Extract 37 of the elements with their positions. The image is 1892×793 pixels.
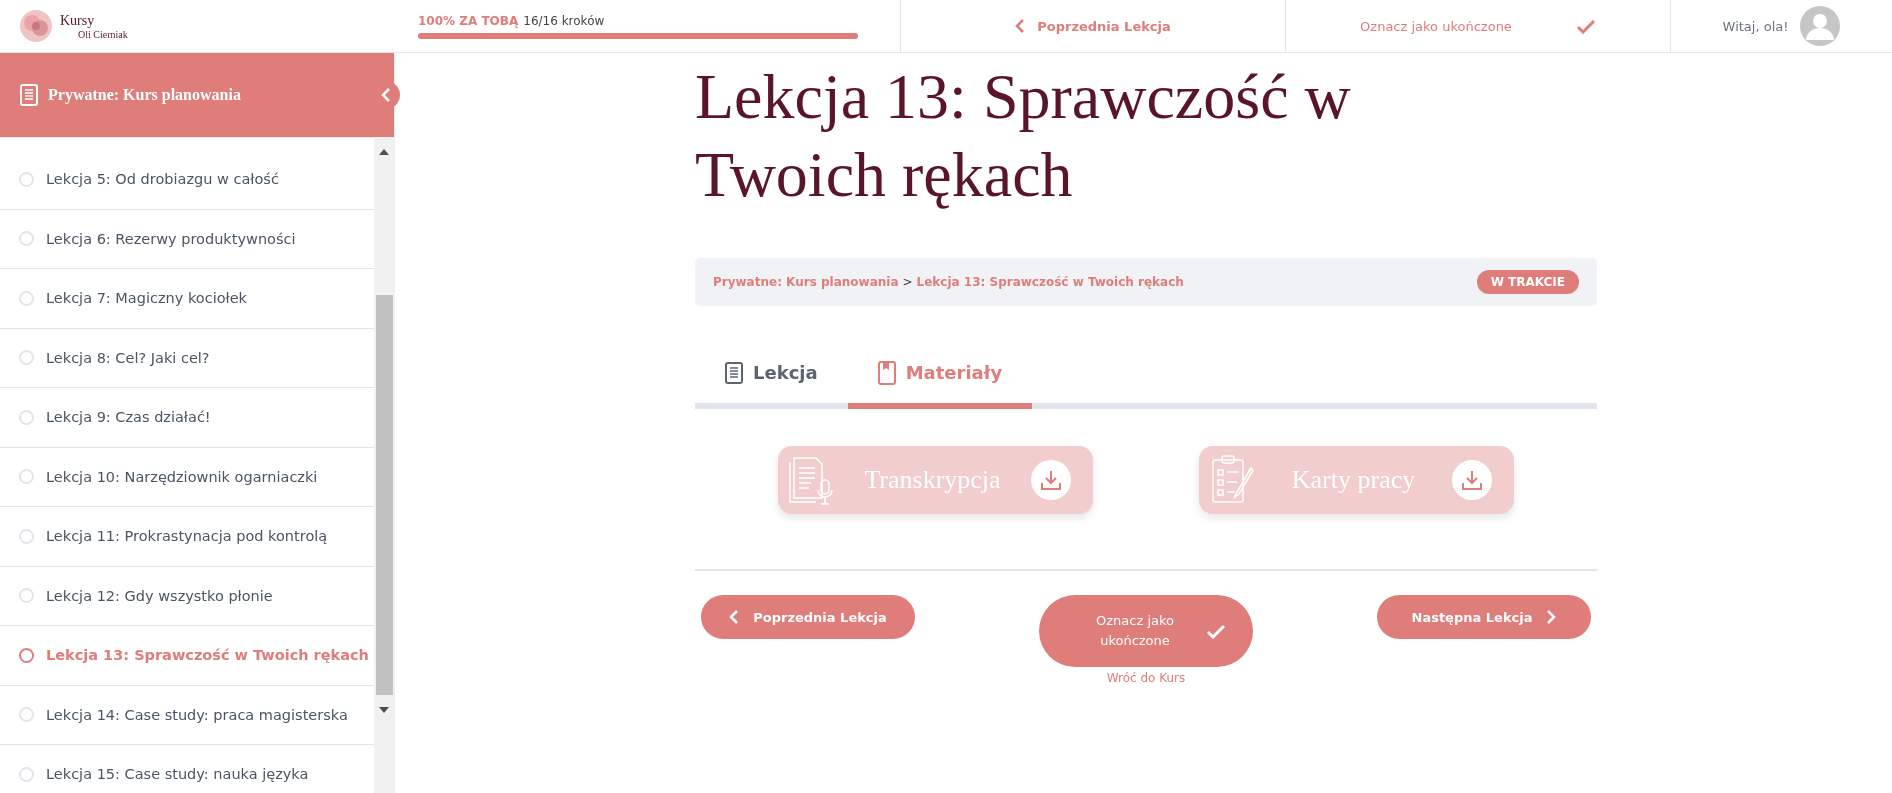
document-icon xyxy=(20,84,38,106)
document-microphone-icon xyxy=(788,454,834,506)
chevron-left-icon xyxy=(729,610,740,624)
download-icon xyxy=(1040,469,1062,491)
chevron-left-icon xyxy=(381,88,391,102)
avatar-icon[interactable] xyxy=(1800,6,1841,46)
logo-title: Kursy xyxy=(60,12,96,29)
progress-label: 100% ZA TOBĄ xyxy=(418,13,519,28)
flower-logo-icon xyxy=(18,8,54,44)
lesson-link[interactable]: Lekcja 13: Sprawczość w Twoich rękach xyxy=(916,275,1184,289)
next-lesson-button[interactable]: Następna Lekcja xyxy=(1377,595,1591,639)
scrollbar[interactable] xyxy=(374,137,394,793)
bookmark-icon xyxy=(877,360,896,385)
tab[interactable]: Lekcja xyxy=(695,342,848,409)
check-icon xyxy=(1575,18,1596,34)
status-label: W TRAKCIE xyxy=(1476,270,1579,294)
download-icon xyxy=(1461,469,1483,491)
scroll-up-icon[interactable] xyxy=(379,149,389,155)
scroll-down-icon[interactable] xyxy=(379,707,389,713)
logo-subtitle: Oli Cierniak xyxy=(78,28,128,40)
mark-complete-link[interactable]: Oznacz jako ukończone xyxy=(1360,18,1512,34)
previous-lesson-button[interactable]: Poprzednia Lekcja xyxy=(701,595,915,639)
lesson-title: Lekcja 13: Sprawczość w Twoich rękach xyxy=(695,60,1352,212)
breadcrumb-separator: > xyxy=(902,275,913,289)
previous-lesson-link[interactable]: Poprzednia Lekcja xyxy=(1015,18,1171,34)
check-icon xyxy=(1206,623,1226,639)
course-link[interactable]: Prywatne: Kurs planowania xyxy=(713,275,899,289)
chevron-right-icon xyxy=(1546,610,1557,624)
mark-complete-button[interactable]: Oznacz jako ukończone xyxy=(1039,595,1253,667)
progress-steps: 16/16 kroków xyxy=(523,13,605,28)
tab[interactable]: Materiały xyxy=(847,342,1033,409)
chevron-left-icon xyxy=(1015,19,1026,33)
document-icon xyxy=(725,361,743,384)
greeting: Witaj, ola! xyxy=(1722,18,1789,34)
course-title: Prywatne: Kurs planowania xyxy=(48,86,241,104)
clipboard-checklist-icon xyxy=(1209,454,1255,506)
back-to-course-link[interactable]: Wróć do Kurs xyxy=(1106,671,1186,685)
